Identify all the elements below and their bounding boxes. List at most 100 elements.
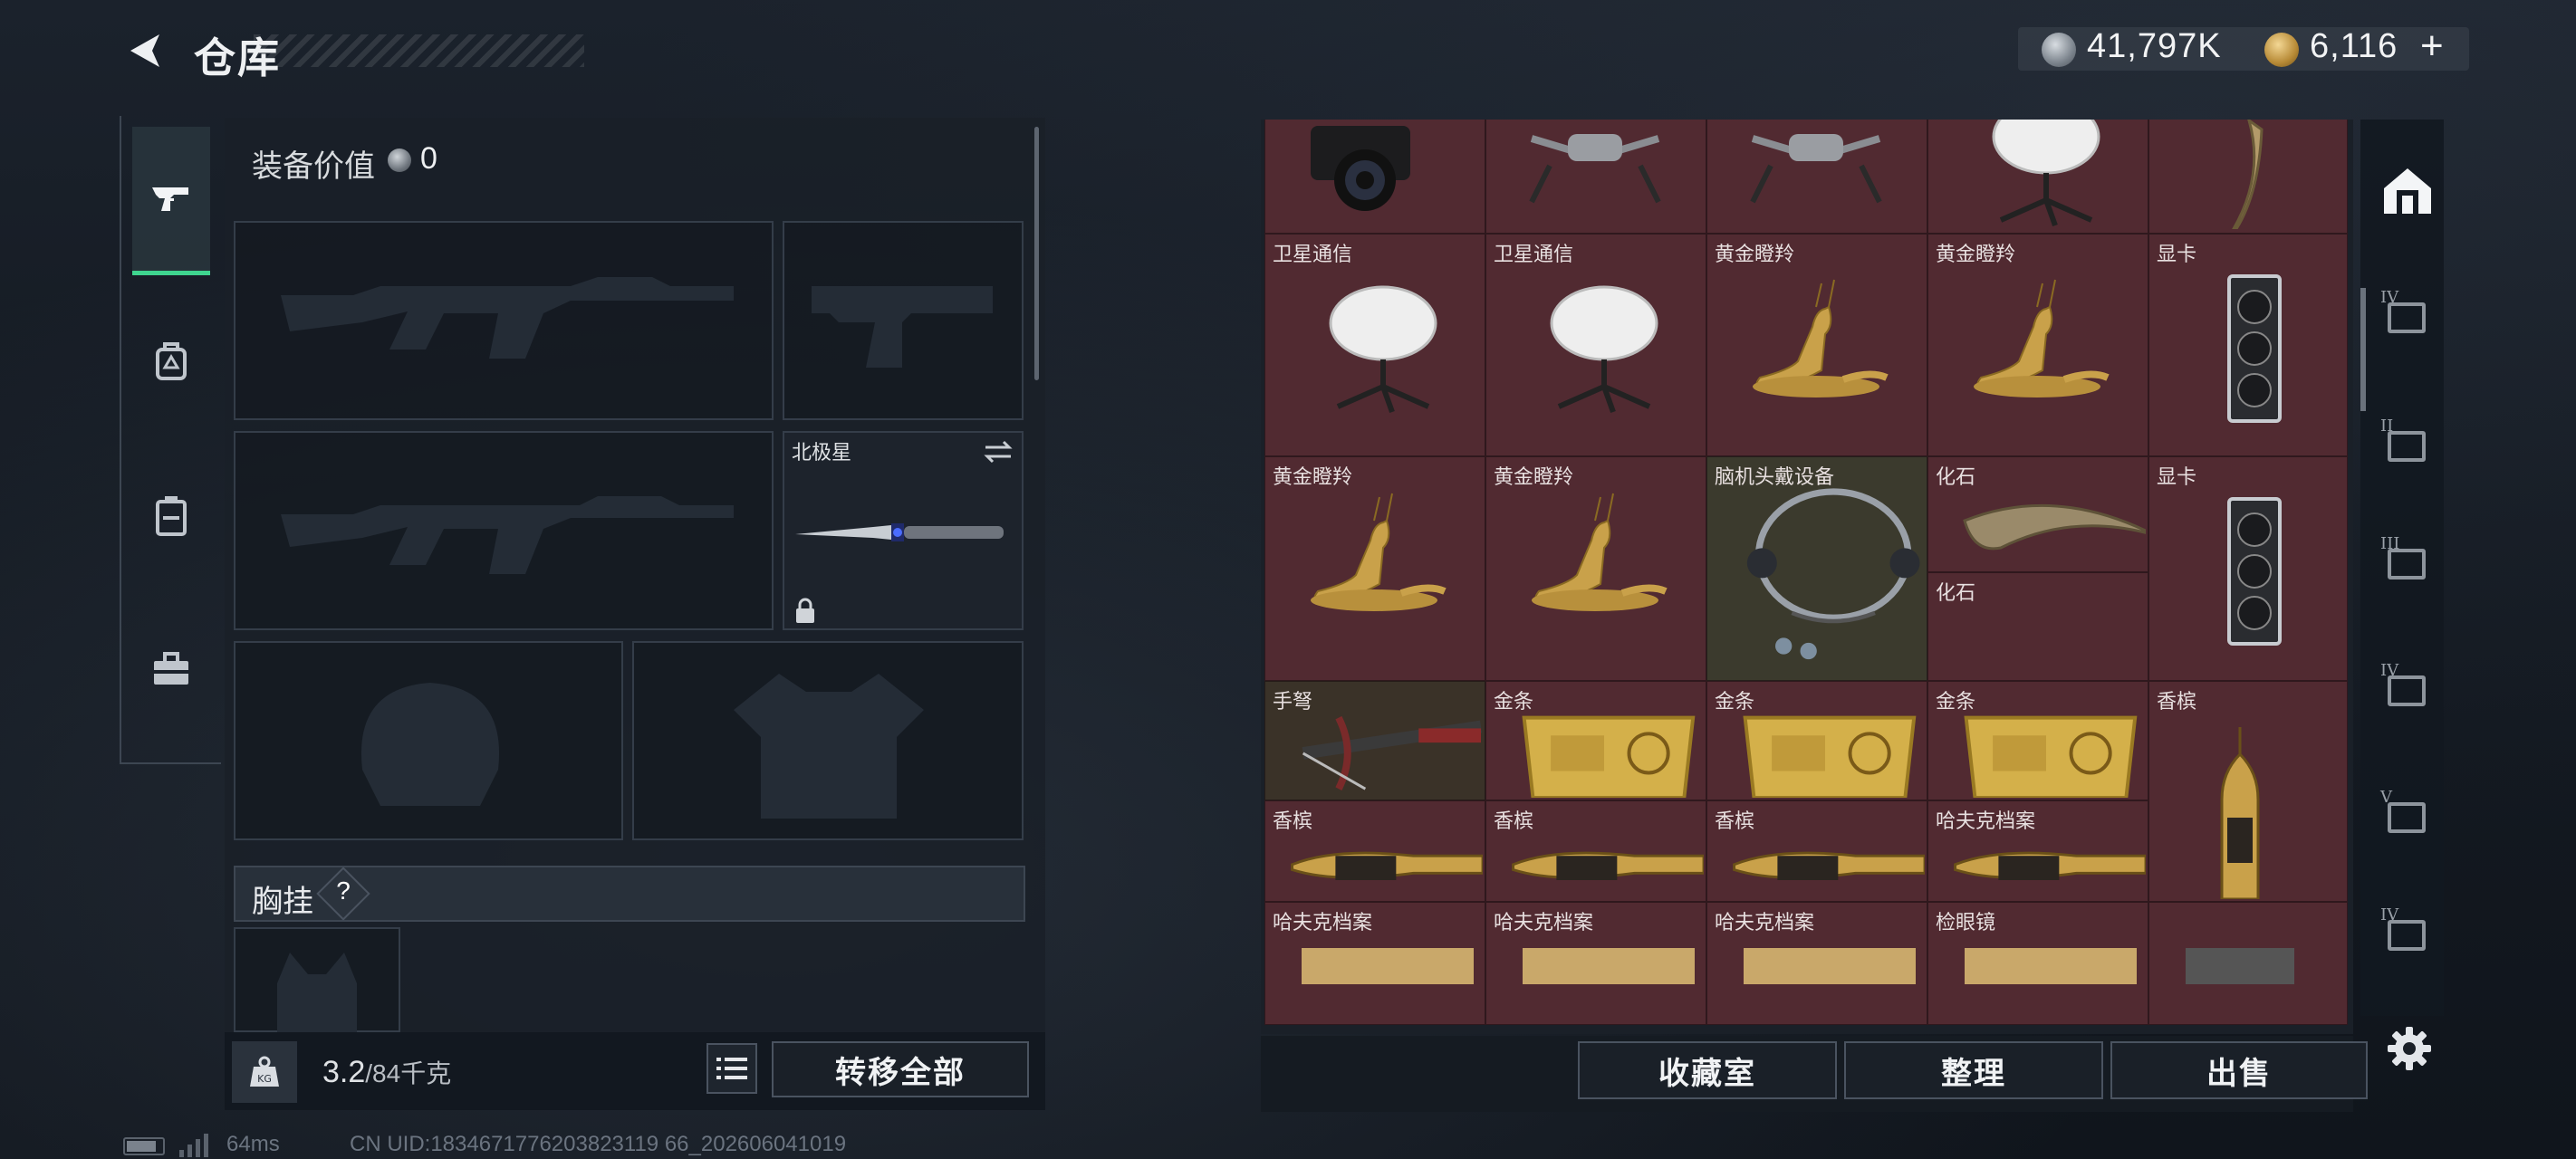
storage-item-drone[interactable] <box>1485 120 1706 234</box>
storage-item-gpu[interactable]: 显卡 <box>2148 234 2348 456</box>
storage-item-gazelle[interactable]: 黄金瞪羚 <box>1706 234 1927 456</box>
swap-icon[interactable] <box>982 438 1014 465</box>
lock-icon <box>796 598 814 623</box>
sell-button[interactable]: 出售 <box>2110 1041 2368 1099</box>
storage-item-file[interactable]: 检眼镜 <box>1927 902 2148 1025</box>
list-view-button[interactable] <box>706 1043 757 1094</box>
storage-item-name: 卫星通信 <box>1494 243 1574 265</box>
chest-rig-label: 胸挂 <box>252 885 313 919</box>
weight-icon: KG <box>232 1041 297 1103</box>
rail-scroll-indicator <box>2360 288 2366 411</box>
storage-page-6[interactable]: IV <box>2379 905 2438 960</box>
gazelle-icon <box>1974 279 2110 398</box>
vault-icon[interactable] <box>2379 161 2437 219</box>
storage-item-camera[interactable] <box>1264 120 1485 234</box>
fossil-icon <box>1963 503 2146 551</box>
storage-item-headset[interactable]: 脑机头戴设备 <box>1706 456 1927 681</box>
storage-item-champagne[interactable]: 香槟 <box>1485 800 1706 902</box>
storage-item-dish[interactable]: 卫星通信 <box>1264 234 1485 456</box>
champagne-icon <box>1512 851 1704 880</box>
tab-case[interactable] <box>132 438 210 592</box>
champagne-icon <box>1954 851 2146 880</box>
melee-name: 北极星 <box>792 441 852 464</box>
storage-page-2[interactable]: II <box>2379 417 2438 471</box>
silver-coin-icon <box>388 148 411 172</box>
storage-item-champagneV[interactable]: 香槟 <box>2148 681 2348 902</box>
storage-item-drone[interactable] <box>1706 120 1927 234</box>
storage-item-gazelle[interactable]: 黄金瞪羚 <box>1927 234 2148 456</box>
storage-box-icon <box>2388 549 2426 580</box>
storage-page-5[interactable]: V <box>2379 788 2438 842</box>
tab-backpack[interactable] <box>132 284 210 438</box>
tab-weapons[interactable] <box>132 127 210 275</box>
gazelle-icon <box>1532 493 1668 611</box>
list-icon <box>716 1058 747 1079</box>
uid-readout: CN UID:1834671776203823119 66_2026060410… <box>350 1132 847 1156</box>
gold-coin-icon <box>2264 33 2299 67</box>
storage-item-crossbow[interactable]: 手弩 <box>1264 681 1485 800</box>
transfer-all-button[interactable]: 转移全部 <box>772 1041 1029 1097</box>
melee-slot[interactable]: 北极星 <box>783 431 1024 630</box>
storage-item-goldbar[interactable]: 金条 <box>1927 681 2148 800</box>
sidearm-slot[interactable] <box>783 221 1024 420</box>
headset-icon <box>1746 488 1920 660</box>
storage-item-gazelle[interactable]: 黄金瞪羚 <box>1264 456 1485 681</box>
storage-box-icon <box>2388 302 2426 333</box>
goldbar-icon <box>1964 715 2138 798</box>
storage-box-icon <box>2388 920 2426 951</box>
helmet-slot[interactable] <box>234 641 623 840</box>
storage-item-goldbar[interactable]: 金条 <box>1485 681 1706 800</box>
back-arrow-icon[interactable] <box>120 27 167 74</box>
storage-item-file[interactable]: 哈夫克档案 <box>1706 902 1927 1025</box>
rifle-silhouette-icon <box>281 277 734 359</box>
storage-page-1[interactable]: IV <box>2379 288 2438 342</box>
currency-bar <box>2018 27 2469 71</box>
fang-icon <box>2232 120 2264 229</box>
storage-item-champagne[interactable]: 哈夫克档案 <box>1927 800 2148 902</box>
storage-item-gazelle[interactable]: 黄金瞪羚 <box>1485 456 1706 681</box>
storage-page-3[interactable]: III <box>2379 534 2438 589</box>
secondary-weapon-slot[interactable] <box>234 431 774 630</box>
weight-readout: 3.2/84千克 <box>322 1054 451 1090</box>
storage-item-fossil[interactable]: 化石 <box>1927 572 2148 681</box>
dish-icon <box>1550 285 1658 414</box>
settings-gear-icon[interactable] <box>2384 1023 2435 1074</box>
panel-scrollbar[interactable] <box>1034 127 1039 380</box>
storage-item-goldbar[interactable]: 金条 <box>1706 681 1927 800</box>
storage-box-icon <box>2388 802 2426 833</box>
storage-item-fang[interactable] <box>2148 120 2348 234</box>
chest-rig-slot[interactable] <box>234 927 400 1034</box>
storage-item-champagne[interactable]: 香槟 <box>1706 800 1927 902</box>
storage-item-name: 黄金瞪羚 <box>1715 243 1795 265</box>
tab-toolbox[interactable] <box>132 592 210 746</box>
file-icon <box>1302 948 1474 984</box>
drone-icon <box>1529 134 1661 204</box>
collection-room-button[interactable]: 收藏室 <box>1578 1041 1837 1099</box>
equipment-value-label: 装备价值 <box>252 149 375 184</box>
storage-item-scope[interactable] <box>2148 902 2348 1025</box>
storage-item-name: 显卡 <box>2157 465 2197 488</box>
storage-item-champagne[interactable]: 香槟 <box>1264 800 1485 902</box>
storage-item-dish[interactable]: 卫星通信 <box>1485 234 1706 456</box>
storage-item-fossil[interactable]: 化石 <box>1927 456 2148 572</box>
storage-item-file[interactable]: 哈夫克档案 <box>1485 902 1706 1025</box>
gpu-icon <box>2227 497 2282 646</box>
title-stripe <box>254 34 584 67</box>
storage-item-dish[interactable] <box>1927 120 2148 234</box>
help-mark: ? <box>336 876 351 905</box>
dish-icon <box>1329 285 1437 414</box>
armor-slot[interactable] <box>632 641 1024 840</box>
drone-icon <box>1750 134 1882 204</box>
rifle-silhouette-icon <box>281 496 734 574</box>
storage-item-file[interactable]: 哈夫克档案 <box>1264 902 1485 1025</box>
storage-item-gpu[interactable]: 显卡 <box>2148 456 2348 681</box>
weight-total: /84千克 <box>365 1059 452 1087</box>
primary-weapon-slot[interactable] <box>234 221 774 420</box>
organize-button[interactable]: 整理 <box>1844 1041 2103 1099</box>
svg-text:KG: KG <box>257 1073 272 1085</box>
pistol-icon <box>152 187 188 211</box>
pistol-silhouette-icon <box>812 286 993 368</box>
storage-page-4[interactable]: IV <box>2379 661 2438 715</box>
weight-value: 3.2 <box>322 1055 366 1089</box>
recharge-plus-button[interactable]: + <box>2420 24 2445 69</box>
